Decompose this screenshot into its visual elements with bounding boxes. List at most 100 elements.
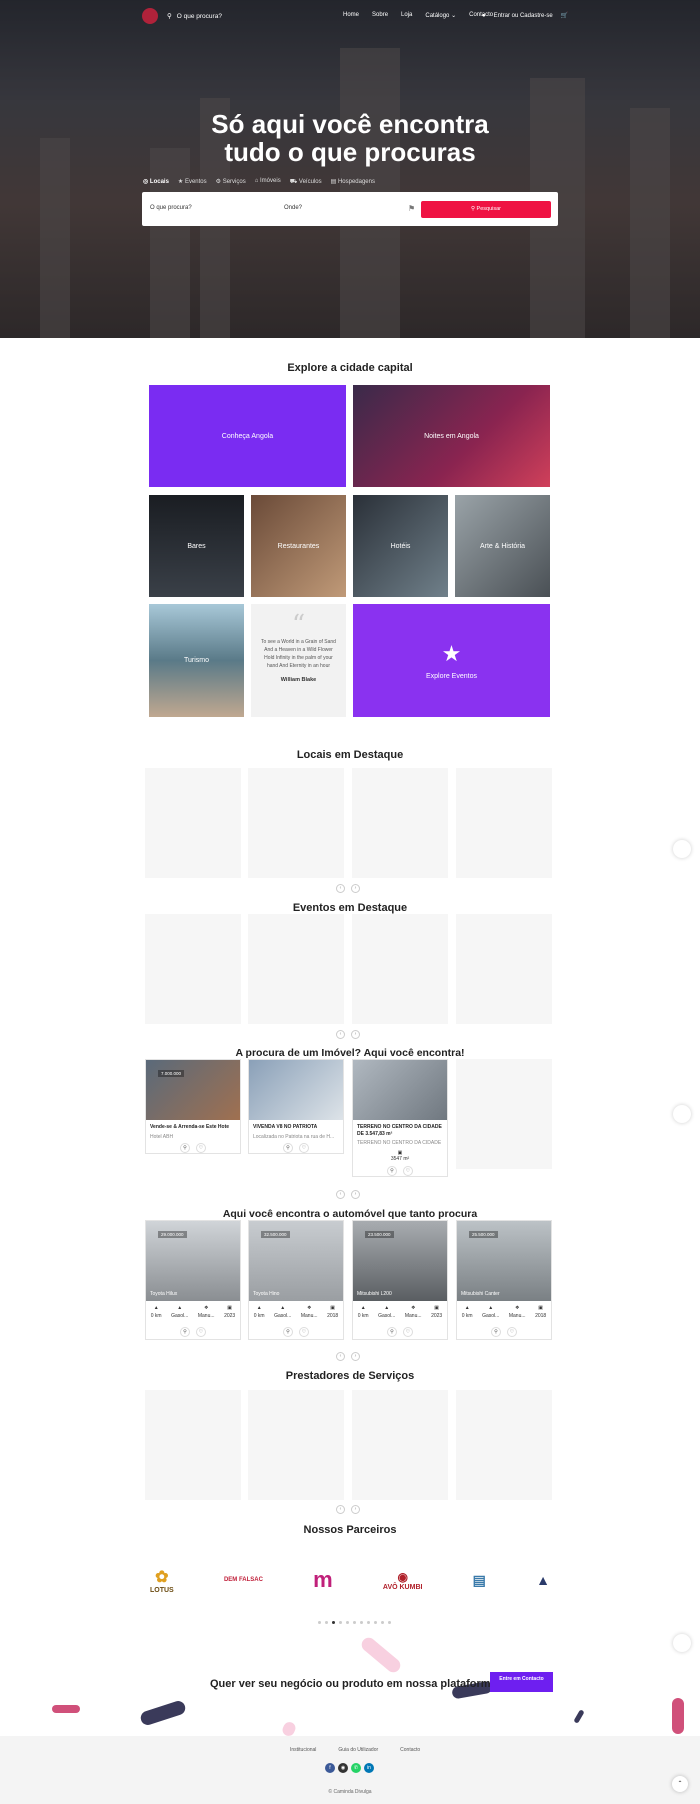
nav-link-sobre[interactable]: Sobre (372, 12, 388, 19)
facebook-icon[interactable]: f (325, 1763, 335, 1773)
contact-button[interactable]: Entre em Contacto (490, 1672, 553, 1692)
tab-locais[interactable]: ◎ Locais (143, 178, 169, 186)
site-logo[interactable] (142, 8, 158, 24)
nav-link-home[interactable]: Home (343, 12, 359, 19)
tile-arte-historia[interactable]: Arte & História (455, 495, 550, 597)
partner-logo-books[interactable]: ▤ (473, 1572, 486, 1589)
vehicle-name[interactable]: Mitsubishi Canter (461, 1291, 547, 1297)
spec-km: 0 km (357, 1313, 369, 1319)
next-button[interactable]: › (351, 884, 360, 893)
zoom-icon[interactable]: ⚲ (491, 1327, 501, 1337)
cart-icon[interactable]: 🛒 (561, 12, 568, 19)
next-button[interactable]: › (351, 1190, 360, 1199)
heart-icon[interactable]: ♡ (196, 1143, 206, 1153)
tab-eventos[interactable]: ★ Eventos (178, 178, 207, 186)
tab-imoveis[interactable]: ⌂ Imóveis (255, 178, 281, 186)
carousel-dot[interactable] (346, 1621, 349, 1624)
property-card[interactable]: VIVENDA V8 NO PATRIOTA Localizada no Pat… (248, 1059, 344, 1154)
vehicle-card[interactable]: 29.000.000 Toyota Hilux ▲ 0 km ▲ Gasol... ❖ M… (145, 1220, 241, 1340)
carousel-dot[interactable] (374, 1621, 377, 1624)
whatsapp-icon[interactable]: ✆ (351, 1763, 361, 1773)
side-scroll-button[interactable] (673, 1105, 691, 1123)
carousel-dot[interactable] (353, 1621, 356, 1624)
carousel-dot[interactable] (388, 1621, 391, 1624)
chevron-up-icon: ⌃ (677, 1781, 683, 1787)
next-button[interactable]: › (351, 1352, 360, 1361)
tile-hoteis[interactable]: Hotéis (353, 495, 448, 597)
vehicle-card[interactable]: 23.500.000 Mitsubishi L200 ▲ 0 km ▲ Gasol..… (352, 1220, 448, 1340)
zoom-icon[interactable]: ⚲ (180, 1327, 190, 1337)
footer: Institucional Guia do Utilizador Contact… (0, 1736, 700, 1804)
location-icon[interactable]: ⚑ (408, 204, 415, 213)
next-button[interactable]: › (351, 1030, 360, 1039)
footer-link-contacto[interactable]: Contacto (400, 1747, 420, 1753)
what-input[interactable]: O que procura? (150, 205, 192, 211)
nav-link-loja[interactable]: Loja (401, 12, 412, 19)
heart-icon[interactable]: ♡ (196, 1327, 206, 1337)
heart-icon[interactable]: ♡ (403, 1166, 413, 1176)
heart-icon[interactable]: ♡ (299, 1143, 309, 1153)
partner-logo-avo-kumbi[interactable]: ◉ AVÔ KUMBI (383, 1570, 423, 1591)
partner-logo-m[interactable]: m (313, 1567, 333, 1593)
partner-logo-building[interactable]: ▲ (536, 1572, 550, 1588)
linkedin-icon[interactable]: in (364, 1763, 374, 1773)
side-scroll-button[interactable] (673, 1634, 691, 1652)
footer-link-guia[interactable]: Guia do Utilizador (338, 1747, 378, 1753)
property-title[interactable]: TERRENO NO CENTRO DA CIDADE DE 3.547,83 … (357, 1124, 443, 1138)
zoom-icon[interactable]: ⚲ (387, 1327, 397, 1337)
zoom-icon[interactable]: ⚲ (387, 1166, 397, 1176)
calendar-icon: ▣ (538, 1305, 543, 1311)
tile-conheca-angola[interactable]: Conheça Angola (149, 385, 346, 487)
vehicle-card[interactable]: 32.500.000 Toyota Hino ▲ 0 km ▲ Gasol... ❖ Ma… (248, 1220, 344, 1340)
vehicle-card[interactable]: 25.500.000 Mitsubishi Canter ▲ 0 km ▲ Gasol… (456, 1220, 552, 1340)
prev-button[interactable]: ‹ (336, 1505, 345, 1514)
zoom-icon[interactable]: ⚲ (283, 1327, 293, 1337)
zoom-icon[interactable]: ⚲ (283, 1143, 293, 1153)
login-link[interactable]: Entrar ou Cadastre-se (494, 13, 553, 19)
carousel-dot[interactable] (325, 1621, 328, 1624)
zoom-icon[interactable]: ⚲ (180, 1143, 190, 1153)
category-tabs: ◎ Locais ★ Eventos ⚙ Serviços ⌂ Imóveis … (143, 178, 375, 186)
back-to-top-button[interactable]: ⌃ (672, 1776, 688, 1792)
prev-button[interactable]: ‹ (336, 1352, 345, 1361)
vehicle-name[interactable]: Toyota Hilux (150, 1291, 236, 1297)
next-button[interactable]: › (351, 1505, 360, 1514)
tile-restaurantes[interactable]: Restaurantes (251, 495, 346, 597)
carousel-dot[interactable] (360, 1621, 363, 1624)
carousel-dot[interactable] (339, 1621, 342, 1624)
where-input[interactable]: Onde? (284, 205, 302, 211)
partner-logo-lotus[interactable]: ✿ LOTUS (150, 1567, 174, 1594)
carousel-dot[interactable] (318, 1621, 321, 1624)
nav-link-catalogo[interactable]: Catálogo ⌄ (425, 12, 456, 19)
carousel-dot[interactable] (381, 1621, 384, 1624)
prev-button[interactable]: ‹ (336, 884, 345, 893)
instagram-icon[interactable]: ◉ (338, 1763, 348, 1773)
nav-search[interactable]: ⚲ O que procura? (167, 12, 222, 21)
heart-icon[interactable]: ♡ (403, 1327, 413, 1337)
footer-link-institucional[interactable]: Institucional (290, 1747, 316, 1753)
carousel-dot-active[interactable] (332, 1621, 335, 1624)
prev-button[interactable]: ‹ (336, 1030, 345, 1039)
tile-noites-angola[interactable]: Noites em Angola (353, 385, 550, 487)
tile-label: Arte & História (479, 542, 526, 550)
placeholder-card (248, 768, 344, 878)
property-title[interactable]: VIVENDA V8 NO PATRIOTA (253, 1124, 339, 1131)
property-card[interactable]: TERRENO NO CENTRO DA CIDADE DE 3.547,83 … (352, 1059, 448, 1177)
property-card[interactable]: 7.000.000 Vende-se & Arrenda-se Este Hot… (145, 1059, 241, 1154)
tile-explore-eventos[interactable]: ★ Explore Eventos (353, 604, 550, 717)
tile-bares[interactable]: Bares (149, 495, 244, 597)
prev-button[interactable]: ‹ (336, 1190, 345, 1199)
partner-logo-dem-falsac[interactable]: DEM FALSAC (224, 1577, 263, 1583)
tab-hospedagens[interactable]: ▤ Hospedagens (331, 178, 375, 186)
vehicle-name[interactable]: Mitsubishi L200 (357, 1291, 443, 1297)
tab-servicos[interactable]: ⚙ Serviços (216, 178, 246, 186)
property-title[interactable]: Vende-se & Arrenda-se Este Hote (150, 1124, 236, 1131)
side-scroll-button[interactable] (673, 840, 691, 858)
tab-veiculos[interactable]: ⛟ Veículos (290, 178, 322, 186)
heart-icon[interactable]: ♡ (507, 1327, 517, 1337)
vehicle-name[interactable]: Toyota Hino (253, 1291, 339, 1297)
tile-turismo[interactable]: Turismo (149, 604, 244, 717)
carousel-dot[interactable] (367, 1621, 370, 1624)
heart-icon[interactable]: ♡ (299, 1327, 309, 1337)
search-button[interactable]: ⚲ Pesquisar (421, 201, 551, 218)
